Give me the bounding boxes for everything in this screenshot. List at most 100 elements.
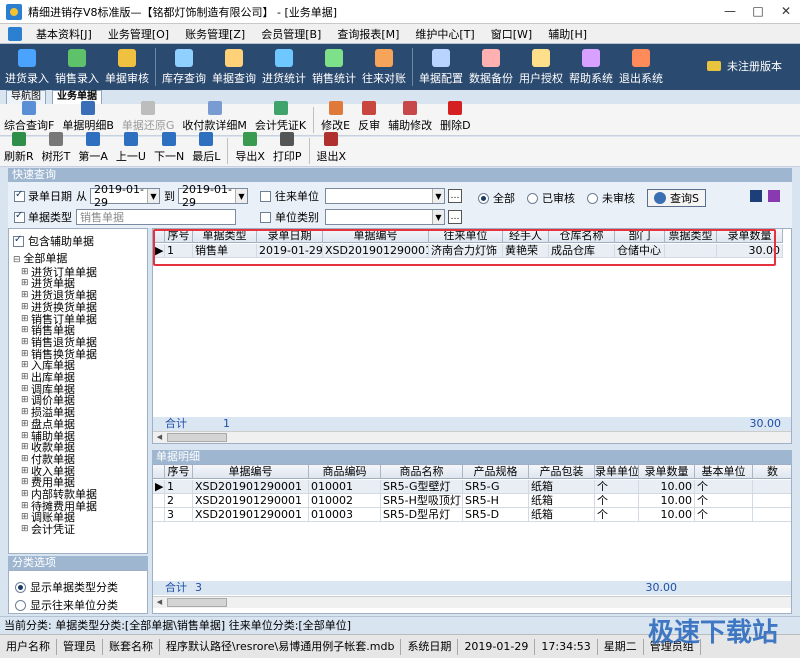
table-row[interactable]: 3 XSD201901290001 010003 SR5-D型吊灯 SR5-D … bbox=[153, 508, 791, 522]
date-checkbox[interactable] bbox=[14, 189, 25, 202]
menu-members[interactable]: 会员管理[B] bbox=[253, 26, 329, 42]
include-aux-checkbox[interactable] bbox=[13, 234, 24, 247]
table-row[interactable]: 2 XSD201901290001 010002 SR5-H型吸顶灯 SR5-H… bbox=[153, 494, 791, 508]
tree-item[interactable]: 内部转款单据 bbox=[13, 489, 97, 501]
close-doc-button[interactable]: 退出X bbox=[313, 132, 351, 166]
tree-item[interactable]: 付款单据 bbox=[13, 454, 97, 466]
radio-partner-class[interactable] bbox=[15, 599, 26, 611]
date-from-select[interactable]: 2019-01-29 ▼ bbox=[90, 183, 160, 209]
unit-class-checkbox[interactable] bbox=[260, 211, 271, 223]
doc-type-field[interactable]: 销售单据 bbox=[76, 209, 236, 225]
col-doc-no[interactable]: 单据编号 bbox=[193, 465, 309, 479]
radio-unaudited[interactable] bbox=[587, 192, 598, 204]
menu-business[interactable]: 业务管理[O] bbox=[100, 26, 177, 42]
config-button[interactable]: 单据配置 bbox=[416, 49, 466, 90]
scroll-thumb[interactable] bbox=[167, 598, 227, 607]
col-doc-type[interactable]: 单据类型 bbox=[193, 229, 257, 243]
refresh-button[interactable]: 刷新R bbox=[0, 132, 38, 166]
table-row[interactable]: ▶ 1 销售单 2019-01-29 XSD201901290001 济南合力灯… bbox=[153, 244, 783, 258]
backup-button[interactable]: 数据备份 bbox=[466, 49, 516, 90]
col-entry-date[interactable]: 录单日期 bbox=[257, 229, 323, 243]
prev-button[interactable]: 上一U bbox=[112, 132, 150, 166]
scroll-left-icon[interactable]: ◀ bbox=[154, 598, 165, 607]
partner-select[interactable]: ▼ bbox=[325, 188, 445, 204]
unit-class-browse-button[interactable]: … bbox=[448, 210, 462, 224]
book-icon[interactable] bbox=[768, 190, 780, 202]
partner-browse-button[interactable]: … bbox=[448, 189, 462, 203]
detail-grid-scrollbar[interactable]: ◀ bbox=[153, 596, 791, 608]
voucher-button[interactable]: 会计凭证K bbox=[251, 101, 310, 135]
col-product-code[interactable]: 商品编码 bbox=[309, 465, 381, 479]
radio-all[interactable] bbox=[478, 192, 489, 204]
col-warehouse[interactable]: 仓库名称 bbox=[549, 229, 615, 243]
col-product-name[interactable]: 商品名称 bbox=[381, 465, 463, 479]
tree-item[interactable]: 出库单据 bbox=[13, 372, 97, 384]
col-seq[interactable]: 序号 bbox=[165, 229, 193, 243]
tree-item[interactable]: 进货换货单据 bbox=[13, 302, 97, 314]
menu-reports[interactable]: 查询报表[M] bbox=[329, 26, 407, 42]
print-button[interactable]: 打印P bbox=[269, 132, 306, 166]
option-partner-class[interactable]: 显示往来单位分类 bbox=[15, 597, 118, 613]
payment-detail-button[interactable]: 收付款详细M bbox=[178, 101, 251, 135]
edit-button[interactable]: 修改E bbox=[317, 101, 354, 135]
col-spec[interactable]: 产品规格 bbox=[463, 465, 529, 479]
document-detail-button[interactable]: 单据明细B bbox=[58, 101, 118, 135]
menu-maintenance[interactable]: 维护中心[T] bbox=[407, 26, 482, 42]
documents-grid-scrollbar[interactable]: ◀ bbox=[153, 431, 791, 443]
col-doc-no[interactable]: 单据编号 bbox=[323, 229, 429, 243]
sales-stats-button[interactable]: 销售统计 bbox=[309, 49, 359, 90]
last-button[interactable]: 最后L bbox=[188, 132, 224, 166]
exit-button[interactable]: 退出系统 bbox=[616, 49, 666, 90]
restore-button[interactable]: 单据还原G bbox=[118, 101, 179, 135]
radio-audited[interactable] bbox=[527, 192, 538, 204]
purchase-stats-button[interactable]: 进货统计 bbox=[259, 49, 309, 90]
audit-button[interactable]: 单据审核 bbox=[102, 49, 152, 90]
col-invoice-type[interactable]: 票据类型 bbox=[665, 229, 717, 243]
scroll-thumb[interactable] bbox=[167, 433, 227, 442]
tree-root[interactable]: 全部单据 bbox=[13, 253, 97, 267]
tree-button[interactable]: 树形T bbox=[38, 132, 75, 166]
sales-entry-button[interactable]: 销售录入 bbox=[52, 49, 102, 90]
user-auth-button[interactable]: 用户授权 bbox=[516, 49, 566, 90]
query-button[interactable]: 查询S bbox=[647, 189, 706, 207]
include-aux-option[interactable]: 包含辅助单据 bbox=[13, 233, 94, 249]
next-button[interactable]: 下一N bbox=[150, 132, 188, 166]
export-button[interactable]: 导出X bbox=[231, 132, 269, 166]
comprehensive-query-button[interactable]: 综合查询F bbox=[0, 101, 58, 135]
help-button[interactable]: 帮助系统 bbox=[566, 49, 616, 90]
document-search-button[interactable]: 单据查询 bbox=[209, 49, 259, 90]
reconcile-button[interactable]: 往来对账 bbox=[359, 49, 409, 90]
table-row[interactable]: ▶ 1 XSD201901290001 010001 SR5-G型壁灯 SR5-… bbox=[153, 480, 791, 494]
tree-item[interactable]: 销售退货单据 bbox=[13, 337, 97, 349]
menu-window[interactable]: 窗口[W] bbox=[483, 26, 540, 42]
minimize-button[interactable]: — bbox=[716, 0, 744, 22]
tree-item[interactable]: 盘点单据 bbox=[13, 419, 97, 431]
col-entry-qty[interactable]: 录单数量 bbox=[639, 465, 695, 479]
delete-button[interactable]: 删除D bbox=[436, 101, 474, 135]
col-entry-unit[interactable]: 录单单位 bbox=[595, 465, 639, 479]
unit-class-select[interactable]: ▼ bbox=[325, 209, 445, 225]
close-button[interactable]: ✕ bbox=[772, 0, 800, 22]
stock-in-button[interactable]: 进货录入 bbox=[2, 49, 52, 90]
option-doc-type-class[interactable]: 显示单据类型分类 bbox=[15, 579, 118, 595]
menu-basic-data[interactable]: 基本资料[J] bbox=[28, 26, 100, 42]
menu-accounts[interactable]: 账务管理[Z] bbox=[177, 26, 253, 42]
scroll-left-icon[interactable]: ◀ bbox=[154, 433, 165, 442]
aux-edit-button[interactable]: 辅助修改 bbox=[384, 101, 436, 135]
col-quantity[interactable]: 录单数量 bbox=[717, 229, 783, 243]
menu-help[interactable]: 辅助[H] bbox=[540, 26, 595, 42]
col-handler[interactable]: 经手人 bbox=[503, 229, 549, 243]
radio-doc-type-class[interactable] bbox=[15, 581, 26, 593]
grid-view-icon[interactable] bbox=[750, 190, 762, 202]
tree-item[interactable]: 会计凭证 bbox=[13, 524, 97, 536]
col-seq[interactable]: 序号 bbox=[165, 465, 193, 479]
first-button[interactable]: 第一A bbox=[74, 132, 112, 166]
date-to-select[interactable]: 2019-01-29 ▼ bbox=[178, 183, 248, 209]
inventory-search-button[interactable]: 库存查询 bbox=[159, 49, 209, 90]
col-department[interactable]: 部门 bbox=[615, 229, 665, 243]
unregistered-notice[interactable]: 未注册版本 bbox=[707, 58, 782, 74]
col-base-unit[interactable]: 基本单位 bbox=[695, 465, 753, 479]
col-partner[interactable]: 往来单位 bbox=[429, 229, 503, 243]
col-packaging[interactable]: 产品包装 bbox=[529, 465, 595, 479]
unaudit-button[interactable]: 反审 bbox=[354, 101, 384, 135]
